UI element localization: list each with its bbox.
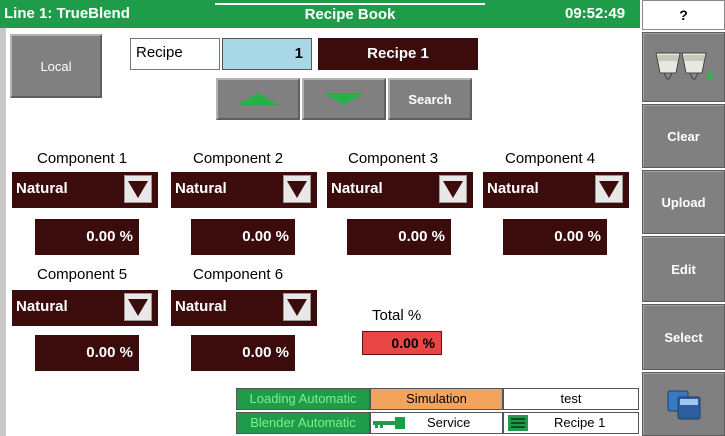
blender-mode-status: Blender Automatic <box>236 412 370 434</box>
component-2-material-select[interactable]: Natural <box>171 172 317 208</box>
next-recipe-button[interactable] <box>302 78 386 120</box>
component-4-material-select[interactable]: Natural <box>483 172 629 208</box>
component-1-label: Component 1 <box>37 150 128 167</box>
component-5-material: Natural <box>16 298 68 315</box>
dropdown-arrow-icon <box>283 175 311 203</box>
component-5-label: Component 5 <box>37 266 128 283</box>
screen-title: Recipe Book <box>215 3 485 25</box>
add-hoppers-button[interactable] <box>642 32 725 102</box>
component-3-percent[interactable]: 0.00 % <box>347 219 451 255</box>
component-5-material-select[interactable]: Natural <box>12 290 158 326</box>
component-3-material-select[interactable]: Natural <box>327 172 473 208</box>
component-4-label: Component 4 <box>505 150 596 167</box>
arrow-down-icon <box>323 93 365 105</box>
clear-button[interactable]: Clear <box>642 104 725 168</box>
recipe-name-field[interactable]: Recipe 1 <box>318 38 478 70</box>
component-6-percent[interactable]: 0.00 % <box>191 335 295 371</box>
active-recipe-label: Recipe 1 <box>554 415 606 430</box>
component-1-material-select[interactable]: Natural <box>12 172 158 208</box>
simulation-status: Simulation <box>370 388 503 410</box>
active-recipe-status[interactable]: Recipe 1 <box>503 412 639 434</box>
hoppers-add-icon <box>654 52 714 81</box>
component-6-material-select[interactable]: Natural <box>171 290 317 326</box>
test-status: test <box>503 388 639 410</box>
component-3-material: Natural <box>331 180 383 197</box>
line-title: Line 1: TrueBlend <box>4 5 130 22</box>
title-bar: Line 1: TrueBlend Recipe Book 09:52:49 <box>0 0 640 28</box>
component-2-percent[interactable]: 0.00 % <box>191 219 295 255</box>
component-6-label: Component 6 <box>193 266 284 283</box>
dropdown-arrow-icon <box>283 293 311 321</box>
upload-button[interactable]: Upload <box>642 170 725 234</box>
edit-button[interactable]: Edit <box>642 236 725 302</box>
total-percent: 0.00 % <box>362 331 442 355</box>
component-1-percent[interactable]: 0.00 % <box>35 219 139 255</box>
component-6-material: Natural <box>175 298 227 315</box>
component-2-label: Component 2 <box>193 150 284 167</box>
component-1-material: Natural <box>16 180 68 197</box>
select-button[interactable]: Select <box>642 304 725 370</box>
local-button[interactable]: Local <box>10 34 102 98</box>
component-4-percent[interactable]: 0.00 % <box>503 219 607 255</box>
screen-switch-button[interactable] <box>642 372 725 436</box>
clock: 09:52:49 <box>565 5 626 22</box>
dropdown-arrow-icon <box>124 293 152 321</box>
key-icon <box>373 417 405 429</box>
screen-switch-icon <box>667 390 700 420</box>
component-2-material: Natural <box>175 180 227 197</box>
left-border <box>0 28 6 436</box>
dropdown-arrow-icon <box>124 175 152 203</box>
dropdown-arrow-icon <box>595 175 623 203</box>
recipe-number-input[interactable]: 1 <box>222 38 312 70</box>
dropdown-arrow-icon <box>439 175 467 203</box>
component-5-percent[interactable]: 0.00 % <box>35 335 139 371</box>
component-4-material: Natural <box>487 180 539 197</box>
previous-recipe-button[interactable] <box>216 78 300 120</box>
loading-mode-status: Loading Automatic <box>236 388 370 410</box>
recipe-list-icon <box>508 415 528 431</box>
service-status[interactable]: Service <box>370 412 503 434</box>
arrow-up-icon <box>237 93 279 105</box>
search-button[interactable]: Search <box>388 78 472 120</box>
service-label: Service <box>427 415 471 430</box>
total-label: Total % <box>372 307 422 324</box>
help-button[interactable]: ? <box>642 0 725 30</box>
component-3-label: Component 3 <box>348 150 439 167</box>
recipe-label: Recipe <box>130 38 220 70</box>
